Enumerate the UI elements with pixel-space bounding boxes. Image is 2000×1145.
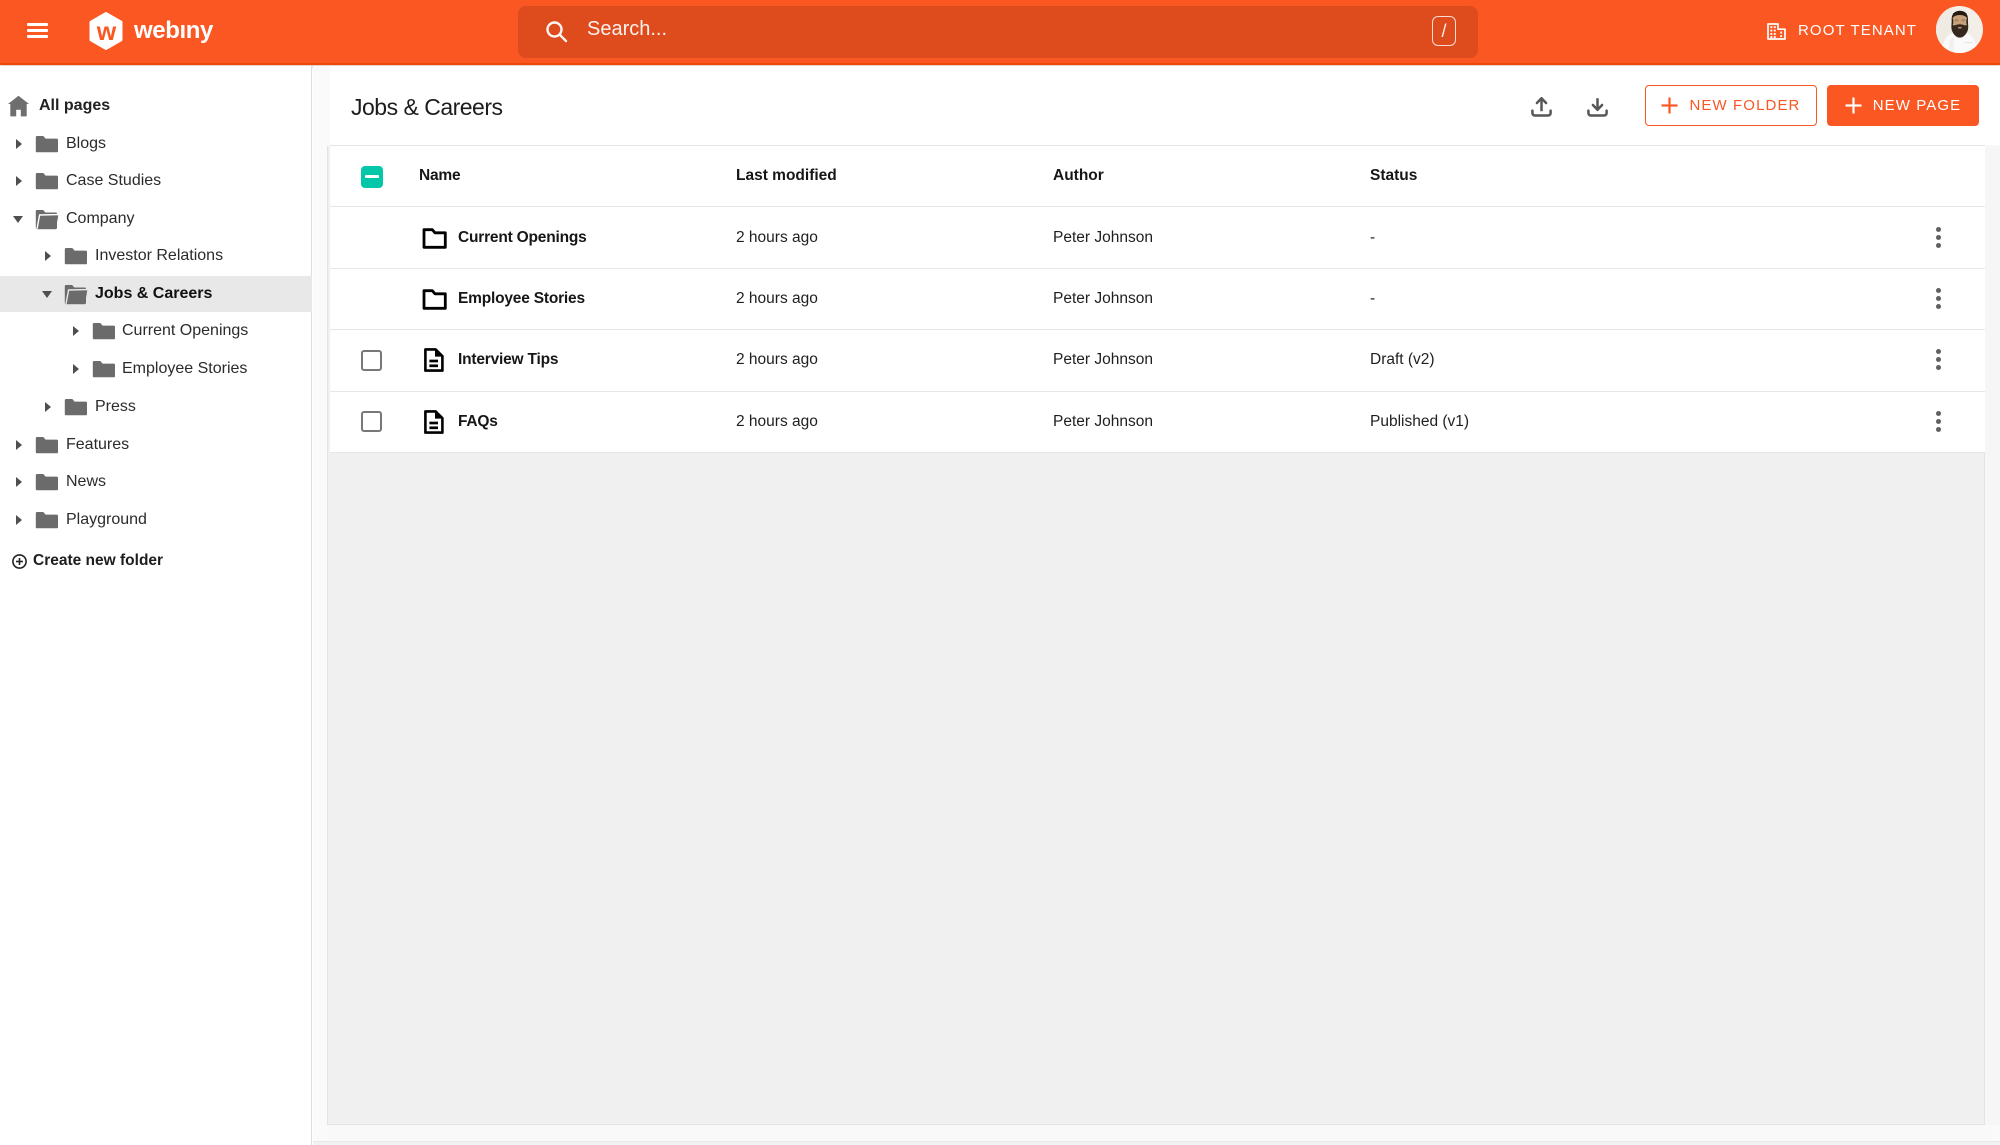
svg-text:w: w: [96, 18, 117, 46]
